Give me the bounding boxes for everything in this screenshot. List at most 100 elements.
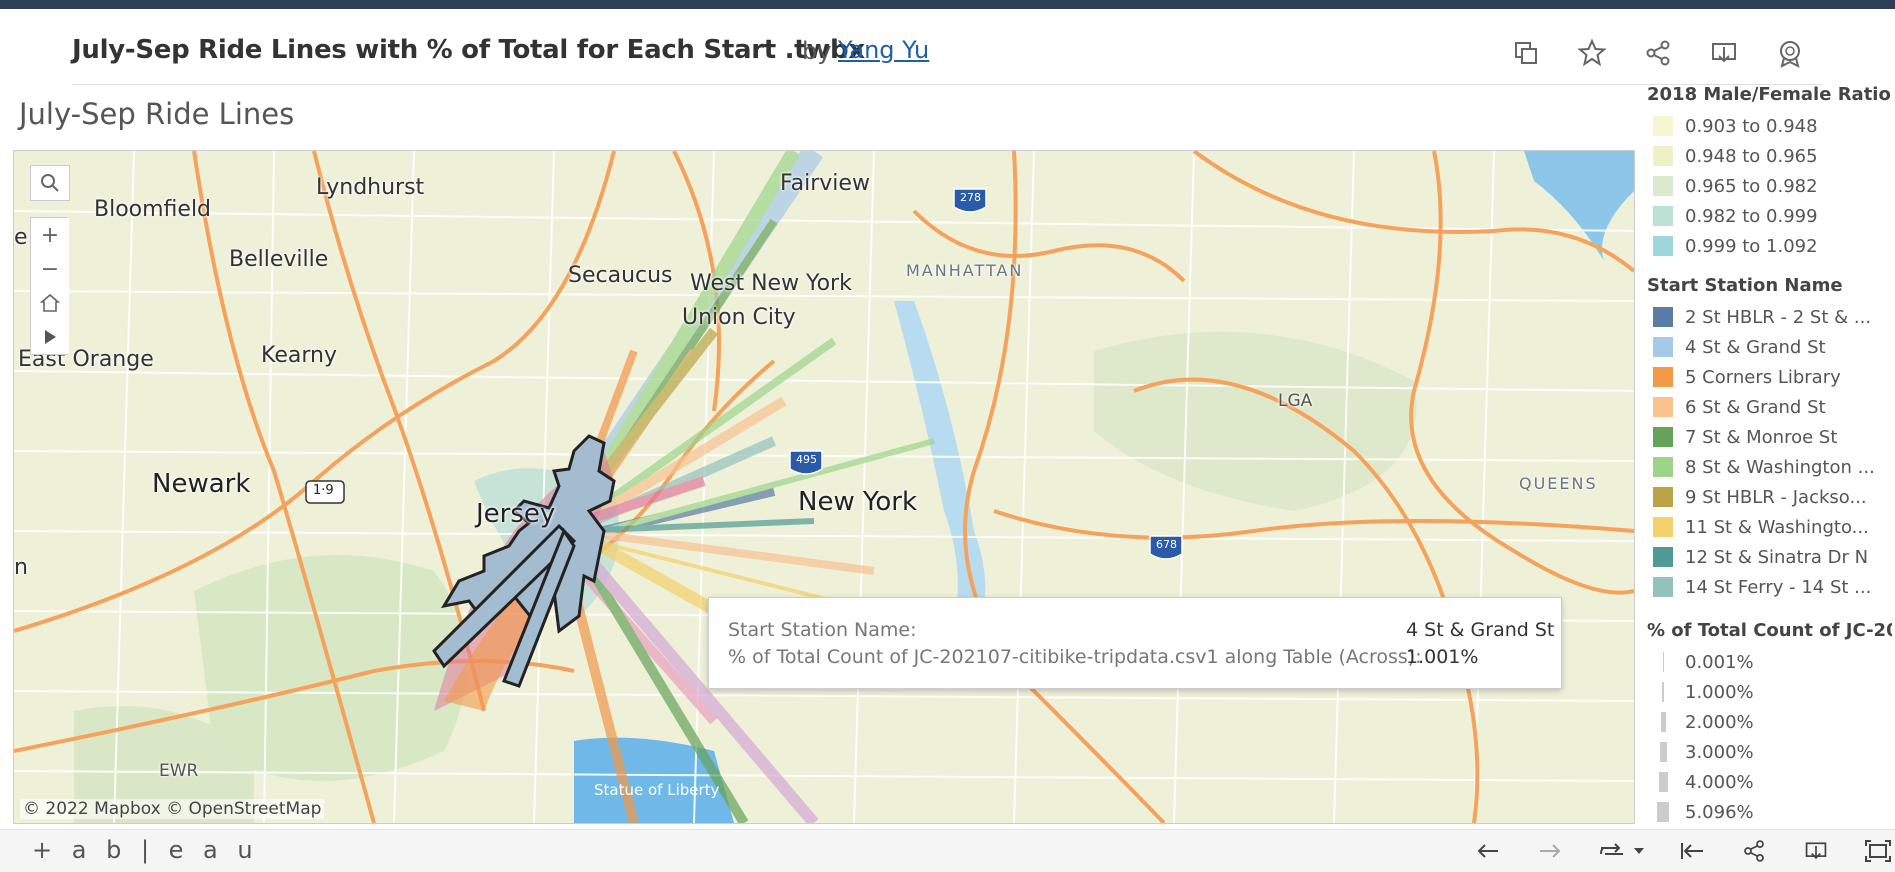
station-legend-item[interactable]: 6 St & Grand St xyxy=(1647,392,1892,422)
color-swatch xyxy=(1653,547,1673,567)
ratio-legend-item[interactable]: 0.999 to 1.092 xyxy=(1647,231,1892,261)
workbook-header: July-Sep Ride Lines with % of Total for … xyxy=(0,9,1895,85)
legend-panel: 2018 Male/Female Ratio 0.903 to 0.948 0.9… xyxy=(1647,84,1892,827)
size-mark xyxy=(1657,802,1669,822)
share-icon[interactable] xyxy=(1642,37,1674,69)
fullscreen-icon[interactable] xyxy=(1863,836,1893,866)
airport-label: EWR xyxy=(159,761,199,781)
place-label: Jersey xyxy=(476,499,556,529)
station-legend-label: 12 St & Sinatra Dr N xyxy=(1685,546,1869,568)
pct-legend-item[interactable]: 0.001% xyxy=(1647,647,1892,677)
header-divider xyxy=(72,84,1822,85)
pct-legend-label: 0.001% xyxy=(1685,651,1754,673)
download-icon[interactable] xyxy=(1801,836,1831,866)
place-label: Lyndhurst xyxy=(316,175,425,200)
home-icon[interactable] xyxy=(31,286,69,320)
station-legend-label: 9 St HBLR - Jackso... xyxy=(1685,486,1867,508)
copy-icon[interactable] xyxy=(1510,37,1542,69)
station-legend-item[interactable]: 12 St & Sinatra Dr N xyxy=(1647,542,1892,572)
author-link[interactable]: Yang Yu xyxy=(838,36,929,64)
place-label: n xyxy=(14,555,28,580)
place-label: Bloomfield xyxy=(94,197,212,222)
color-swatch xyxy=(1653,337,1673,357)
ratio-legend-label: 0.965 to 0.982 xyxy=(1685,175,1818,197)
place-label: Fairview xyxy=(780,171,870,196)
play-icon[interactable] xyxy=(31,320,69,354)
revert-icon[interactable] xyxy=(1597,836,1627,866)
color-swatch xyxy=(1653,176,1673,196)
place-label: Secaucus xyxy=(568,263,673,288)
place-label: e xyxy=(14,225,28,250)
tableau-toolbar: + a b | e a u xyxy=(0,829,1895,872)
station-legend-item[interactable]: 7 St & Monroe St xyxy=(1647,422,1892,452)
tableau-logo-text: + a b | e a u xyxy=(32,836,259,864)
undo-icon[interactable] xyxy=(1473,836,1503,866)
size-mark xyxy=(1662,652,1664,672)
ratio-legend-item[interactable]: 0.903 to 0.948 xyxy=(1647,111,1892,141)
ratio-legend-item[interactable]: 0.948 to 0.965 xyxy=(1647,141,1892,171)
badge-icon[interactable] xyxy=(1774,37,1806,69)
pct-legend-item[interactable]: 3.000% xyxy=(1647,737,1892,767)
size-mark xyxy=(1662,682,1664,702)
pct-legend-item[interactable]: 5.096% xyxy=(1647,797,1892,827)
station-legend-item[interactable]: 14 St Ferry - 14 St ... xyxy=(1647,572,1892,602)
place-label: Belleville xyxy=(229,247,329,272)
ratio-legend-item[interactable]: 0.965 to 0.982 xyxy=(1647,171,1892,201)
tooltip-label: Start Station Name: xyxy=(728,619,917,641)
pct-legend-item[interactable]: 2.000% xyxy=(1647,707,1892,737)
tooltip: Start Station Name: 4 St & Grand St % of… xyxy=(708,597,1562,689)
top-bar xyxy=(0,0,1895,9)
size-swatch xyxy=(1653,682,1673,702)
station-legend-label: 11 St & Washingto... xyxy=(1685,516,1869,538)
pct-legend-label: 3.000% xyxy=(1685,741,1754,763)
map-view[interactable]: Lyndhurst Bloomfield Belleville Fairview… xyxy=(13,150,1635,824)
size-swatch xyxy=(1653,772,1673,792)
search-icon[interactable] xyxy=(30,165,70,201)
pct-legend-title: % of Total Count of JC-20... xyxy=(1647,620,1892,641)
station-legend-item[interactable]: 11 St & Washingto... xyxy=(1647,512,1892,542)
color-swatch xyxy=(1653,146,1673,166)
back-to-start-icon[interactable] xyxy=(1677,836,1707,866)
place-label: West New York xyxy=(690,271,852,296)
station-legend-item[interactable]: 8 St & Washington ... xyxy=(1647,452,1892,482)
zoom-out-icon[interactable]: − xyxy=(31,252,69,286)
pct-legend-item[interactable]: 4.000% xyxy=(1647,767,1892,797)
toolbar-icons xyxy=(1473,836,1893,866)
station-legend-label: 8 St & Washington ... xyxy=(1685,456,1875,478)
place-label: Newark xyxy=(152,469,251,499)
sheet-title: July-Sep Ride Lines xyxy=(19,97,295,131)
ratio-legend-label: 0.982 to 0.999 xyxy=(1685,205,1818,227)
pct-legend-label: 4.000% xyxy=(1685,771,1754,793)
download-icon[interactable] xyxy=(1708,37,1740,69)
pct-legend-item[interactable]: 1.000% xyxy=(1647,677,1892,707)
size-mark xyxy=(1658,772,1668,792)
tooltip-value: 1.001% xyxy=(1406,646,1479,668)
station-legend-item[interactable]: 5 Corners Library xyxy=(1647,362,1892,392)
station-legend-item[interactable]: 2 St HBLR - 2 St & ... xyxy=(1647,302,1892,332)
share-icon[interactable] xyxy=(1739,836,1769,866)
station-legend-label: 2 St HBLR - 2 St & ... xyxy=(1685,306,1872,328)
place-label: Union City xyxy=(682,305,796,330)
redo-icon[interactable] xyxy=(1535,836,1565,866)
station-legend-title: Start Station Name xyxy=(1647,275,1843,296)
station-legend-label: 6 St & Grand St xyxy=(1685,396,1826,418)
station-legend-label: 7 St & Monroe St xyxy=(1685,426,1838,448)
interstate-shield: 678 xyxy=(1156,538,1177,551)
place-label: QUEENS xyxy=(1519,474,1598,493)
ratio-legend-label: 0.903 to 0.948 xyxy=(1685,115,1818,137)
ratio-legend-label: 0.948 to 0.965 xyxy=(1685,145,1818,167)
favorite-star-icon[interactable] xyxy=(1576,37,1608,69)
size-mark xyxy=(1659,742,1667,762)
ratio-legend-item[interactable]: 0.982 to 0.999 xyxy=(1647,201,1892,231)
station-legend-item[interactable]: 9 St HBLR - Jackso... xyxy=(1647,482,1892,512)
zoom-in-icon[interactable]: + xyxy=(31,218,69,252)
tableau-logo[interactable]: + a b | e a u xyxy=(32,836,259,864)
station-legend-item[interactable]: 4 St & Grand St xyxy=(1647,332,1892,362)
color-swatch xyxy=(1653,397,1673,417)
dropdown-icon[interactable] xyxy=(1633,836,1645,866)
route-shield: 1·9 xyxy=(313,483,334,498)
map-attribution[interactable]: © 2022 Mapbox © OpenStreetMap xyxy=(20,799,325,819)
landmark-label: Statue of Liberty xyxy=(594,781,720,799)
station-legend-label: 4 St & Grand St xyxy=(1685,336,1826,358)
color-swatch xyxy=(1653,517,1673,537)
